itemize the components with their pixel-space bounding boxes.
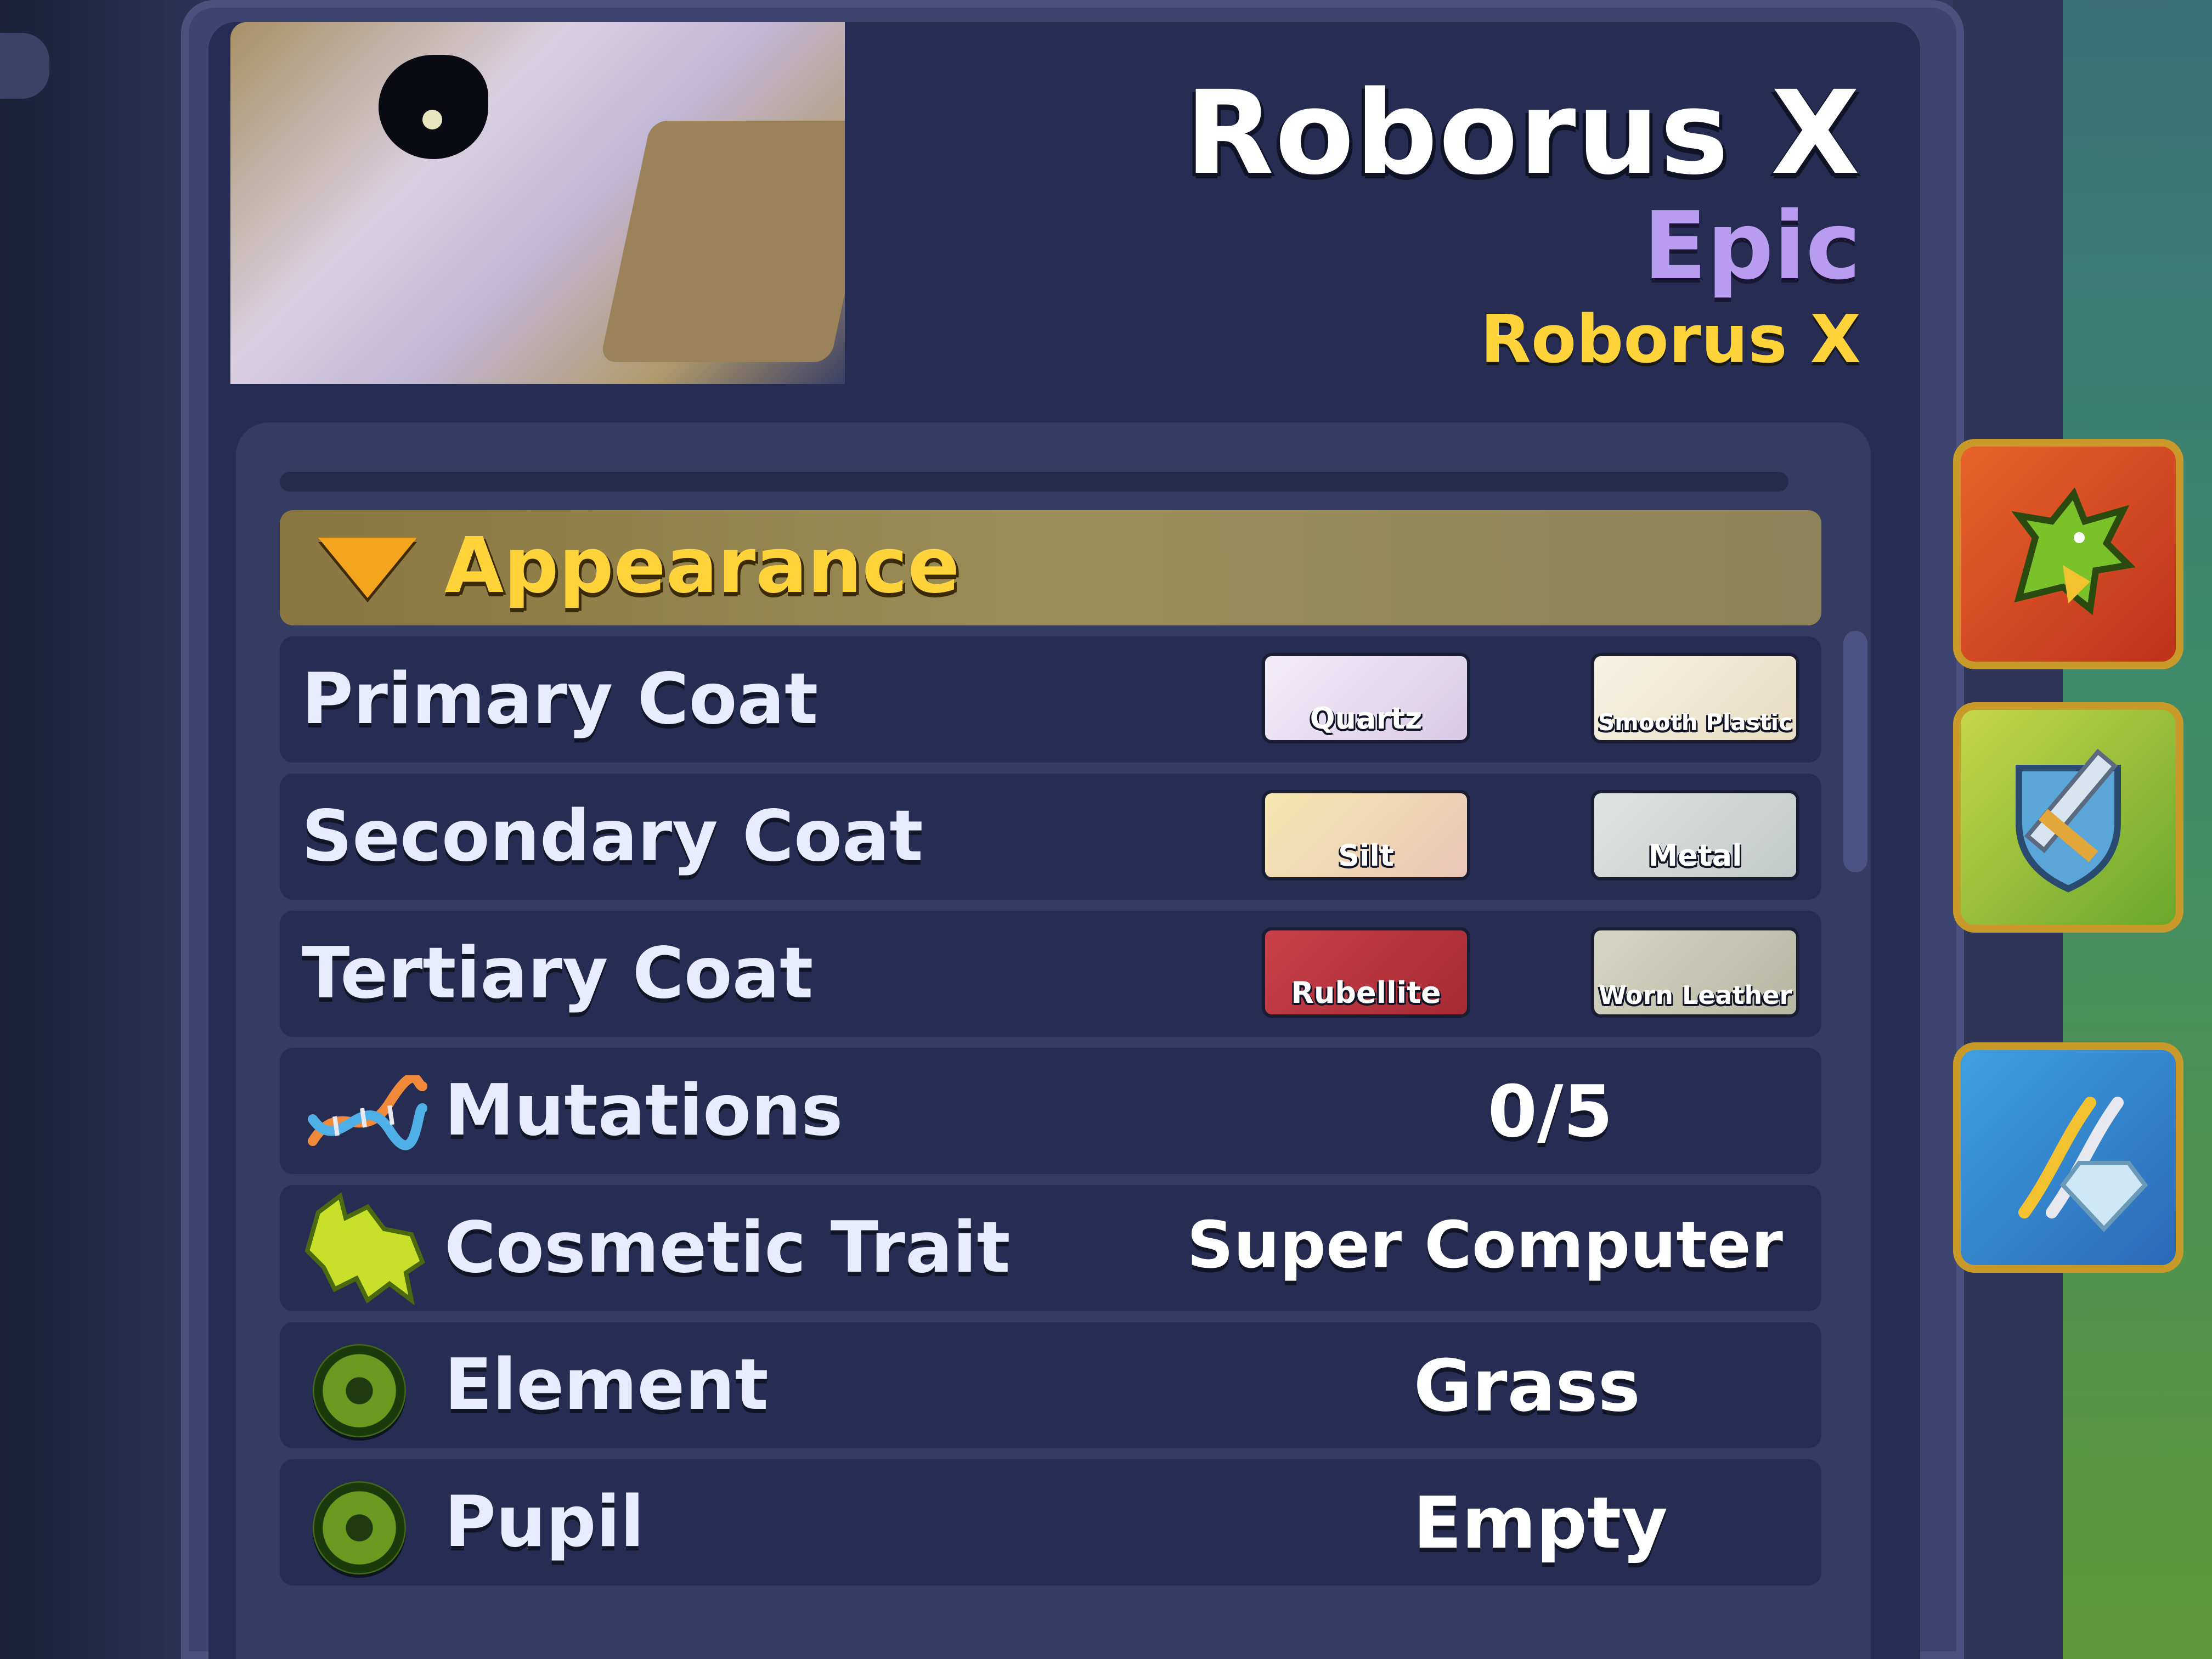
pupil-row: Pupil Empty [280,1459,1821,1585]
row-label: Primary Coat [302,658,819,740]
swatch-rubellite[interactable]: Rubellite [1262,927,1470,1018]
rarity-label: Epic [1643,192,1861,301]
row-label: Secondary Coat [302,795,923,877]
dragon-tab-button[interactable] [1953,439,2183,669]
dragon-name: Roborus X [1185,66,1861,200]
appearance-section-header[interactable]: Appearance [280,510,1821,625]
shield-sword-icon [2016,748,2121,893]
battle-tab-button[interactable] [1953,702,2183,933]
grass-element-icon [313,1344,406,1437]
dna-gem-icon [2018,1097,2148,1232]
collapse-triangle-icon [318,538,417,598]
swatch-worn-leather[interactable]: Worn Leather [1591,927,1799,1018]
primary-coat-row: Primary Coat Quartz Smooth Plastic [280,636,1821,763]
dragon-portrait [230,22,845,384]
pupil-icon [313,1481,406,1575]
swatch-silt[interactable]: Silt [1262,790,1470,881]
swatch-label: Silt [1338,838,1394,873]
swatch-quartz[interactable]: Quartz [1262,653,1470,743]
swatch-smooth-plastic[interactable]: Smooth Plastic [1591,653,1799,743]
tertiary-coat-row: Tertiary Coat Rubellite Worn Leather [280,911,1821,1037]
element-row: Element Grass [280,1322,1821,1448]
species-label: Roborus X [1480,302,1861,378]
top-scroll-track[interactable] [280,472,1788,492]
row-label: Pupil [444,1481,645,1563]
cosmetic-trait-row: Cosmetic Trait Super Computer [280,1185,1821,1311]
swatch-metal[interactable]: Metal [1591,790,1799,881]
genetics-tab-button[interactable] [1953,1042,2183,1273]
pupil-value: Empty [1413,1481,1668,1565]
game-screen: Roborus X Epic Roborus X Appearance Prim… [0,0,2212,1659]
dragon-silhouette-icon [304,1192,425,1306]
swatch-label: Rubellite [1291,975,1441,1010]
row-label: Mutations [444,1070,843,1152]
details-content: Appearance Primary Coat Quartz Smooth Pl… [236,422,1871,1659]
mutations-value: 0/5 [1487,1070,1613,1153]
row-label: Cosmetic Trait [444,1207,1011,1289]
mutations-row: Mutations 0/5 [280,1048,1821,1174]
background-left [0,0,165,1659]
section-title: Appearance [444,521,960,611]
swatch-label: Metal [1648,838,1742,873]
cosmetic-trait-value: Super Computer [1187,1207,1784,1283]
swatch-label: Worn Leather [1598,980,1792,1010]
row-label: Element [444,1344,769,1426]
swatch-label: Smooth Plastic [1598,709,1793,736]
portrait-eye-highlight [422,110,442,129]
scrollbar[interactable] [1843,631,1867,872]
left-handle [0,33,49,99]
swatch-label: Quartz [1310,701,1423,736]
secondary-coat-row: Secondary Coat Silt Metal [280,774,1821,900]
dna-icon [308,1075,427,1150]
dragon-icon [2011,487,2136,616]
element-value: Grass [1413,1344,1640,1427]
row-label: Tertiary Coat [302,933,814,1014]
portrait-eye [379,55,488,159]
portrait-horn [600,121,845,362]
